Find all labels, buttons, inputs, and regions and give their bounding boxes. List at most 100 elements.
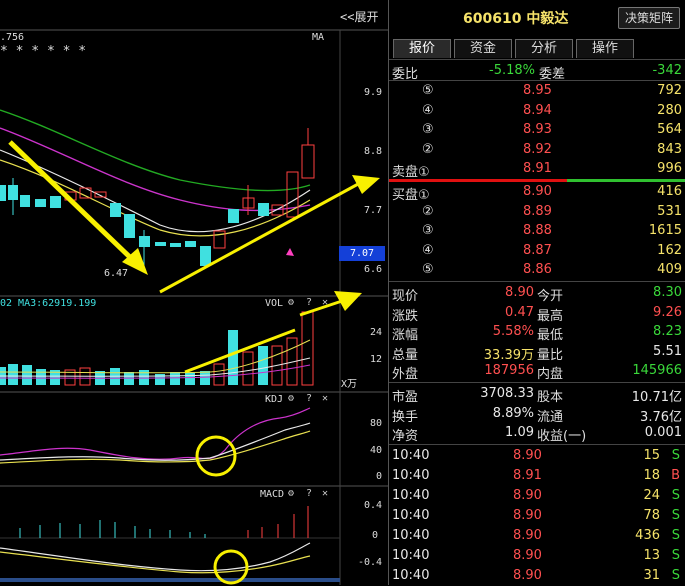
tab-fund[interactable]: 资金 [454,39,512,58]
tab-quote[interactable]: 报价 [393,39,451,58]
stat-label: 总量 [392,347,419,363]
tick-row: 10:40 8.90 78 S [389,506,685,526]
tick-side: S [671,528,680,543]
candles [0,128,315,272]
buy-order-row: ② 8.89 531 [389,202,685,222]
signal-stars: * * * * * * [0,44,87,59]
question-icon[interactable]: ? [306,393,312,404]
gear-icon[interactable]: ⚙ [288,297,294,308]
tick-row: 10:40 8.90 15 S [389,446,685,466]
kdj-y-tick: 80 [370,418,383,429]
stat-label: 涨跌 [392,308,419,324]
order-level: ③ [422,223,434,239]
tab-operation[interactable]: 操作 [576,39,634,58]
kline-chart-area[interactable]: .756 MA * * * * * * <<展开 9.9 8.8 7.7 6.6… [0,0,388,585]
order-price: 8.87 [523,242,552,258]
stat-row: 涨幅 5.58% 最低 8.23 [389,322,685,344]
weicha-value: -342 [652,63,682,78]
tick-row: 10:40 8.90 436 S [389,526,685,546]
order-price: 8.94 [523,102,552,118]
buy-order-row: ③ 8.88 1615 [389,221,685,241]
tick-row: 10:40 8.91 18 B [389,466,685,486]
gear-icon[interactable]: ⚙ [288,393,294,404]
sell-order-row: ⑤ 8.95 792 [389,81,685,101]
tick-time: 10:40 [392,468,430,483]
kdj-y-tick: 0 [376,471,383,482]
current-price-tag: 7.07 [339,246,385,261]
sell-order-row: ③ 8.93 564 [389,120,685,140]
order-volume: 531 [657,203,682,219]
tick-side: S [671,488,680,503]
vol-ma-title: 02 MA3:62919.199 [0,298,97,309]
kline-chart-svg [0,29,388,585]
fund-value: 3708.33 [480,386,534,401]
tick-volume: 31 [643,568,660,583]
buy-order-row: 买盘① 8.90 416 [389,182,685,203]
tick-volume: 78 [643,508,660,523]
tick-price: 8.90 [513,568,542,583]
tick-time: 10:40 [392,508,430,523]
stat-value: 5.51 [653,343,682,359]
close-icon[interactable]: ✕ [322,297,328,308]
weibi-row: 委比 -5.18% 委差 -342 [389,61,685,82]
vol-unit: X万 [341,379,358,390]
y-tick: 7.7 [364,205,383,216]
stat-value: 8.90 [505,285,534,300]
buy-order-row: ④ 8.87 162 [389,241,685,261]
tick-price: 8.90 [513,508,542,523]
question-icon[interactable]: ? [306,488,312,499]
stock-code-name: 600610 中毅达 [463,11,569,27]
decision-matrix-button[interactable]: 决策矩阵 [618,7,680,29]
stat-row: 总量 33.39万 量比 5.51 [389,342,685,363]
stat-row: 涨跌 0.47 最高 9.26 [389,303,685,324]
expand-button[interactable]: <<展开 [340,8,378,25]
close-icon[interactable]: ✕ [322,488,328,499]
close-icon[interactable]: ✕ [322,393,328,404]
tick-volume: 18 [643,468,660,483]
fund-value: 10.71亿 [631,390,682,405]
order-price: 8.95 [523,83,552,98]
fund-value: 8.89% [492,405,534,421]
stat-label: 外盘 [392,367,419,383]
order-volume: 280 [657,102,682,118]
order-volume: 843 [657,141,682,157]
kdj-y-tick: 40 [370,445,383,456]
y-tick: 9.9 [364,87,383,98]
fund-label: 股本 [537,390,564,405]
tab-analysis[interactable]: 分析 [515,39,573,58]
fund-label: 市盈 [392,390,419,405]
order-volume: 564 [657,122,682,138]
fund-label: 收益(一) [537,429,587,445]
order-price: 8.92 [523,141,552,157]
order-volume: 409 [657,262,682,278]
order-level: ② [422,141,434,157]
fund-value: 0.001 [644,425,682,441]
order-price: 8.88 [523,223,552,239]
tick-side: S [671,508,680,523]
stat-label: 内盘 [537,367,564,383]
order-volume: 162 [657,242,682,258]
kdj-label: KDJ [265,394,284,405]
y-tick: 8.8 [364,146,383,157]
stat-value: 9.26 [653,304,682,320]
tick-price: 8.90 [513,528,542,543]
tick-volume: 15 [643,448,660,463]
gear-icon[interactable]: ⚙ [288,488,294,499]
ma-price-text: .756 [0,32,25,43]
stat-label: 量比 [537,347,564,363]
tick-time: 10:40 [392,448,430,463]
stat-label: 最低 [537,328,564,344]
question-icon[interactable]: ? [306,297,312,308]
order-level: 买盘① [392,188,430,203]
stat-label: 现价 [392,289,419,304]
stat-value: 5.58% [492,324,534,340]
tick-price: 8.90 [513,548,542,563]
fund-label: 净资 [392,429,419,445]
vol-y-tick: 24 [370,327,383,338]
order-volume: 416 [657,184,682,199]
tick-row: 10:40 8.90 24 S [389,486,685,506]
order-volume: 996 [657,161,682,177]
weibi-value: -5.18% [489,63,535,78]
stat-label: 今开 [537,289,564,304]
macd-label: MACD [260,489,285,500]
